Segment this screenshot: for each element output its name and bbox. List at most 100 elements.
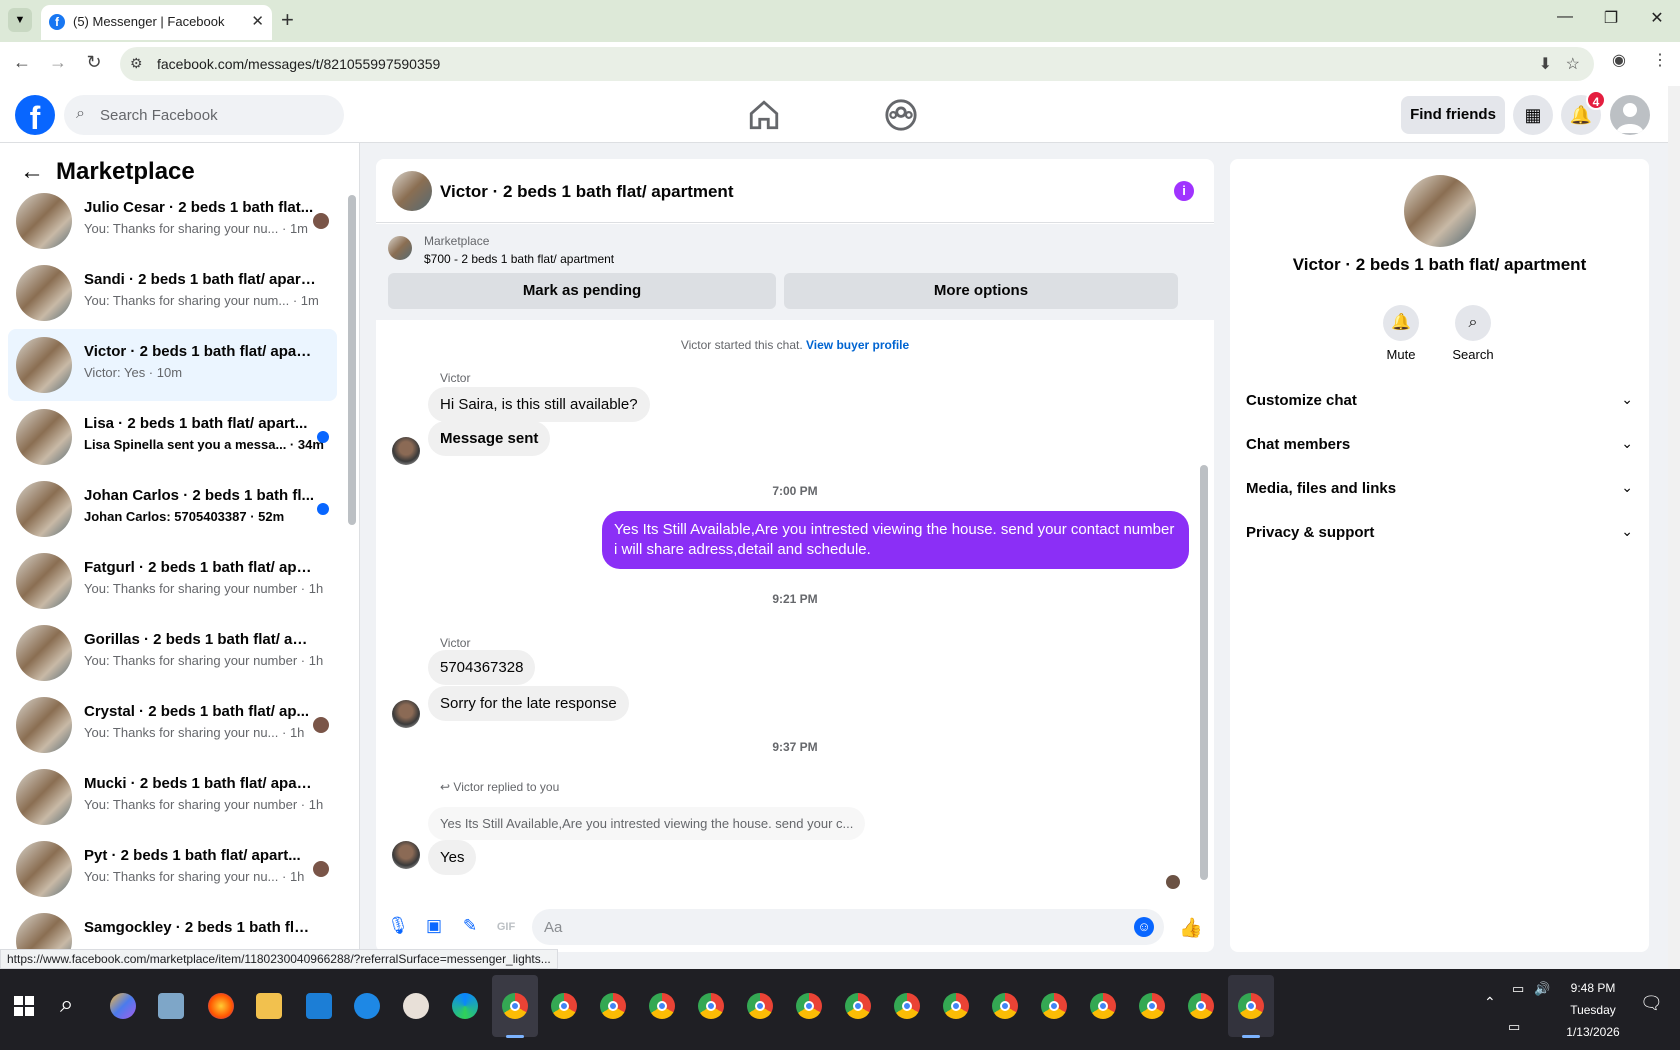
chat-members-section[interactable]: Chat members ⌄ bbox=[1246, 425, 1633, 465]
site-info-icon[interactable]: ⚙ bbox=[130, 55, 143, 72]
chrome-icon[interactable] bbox=[649, 993, 675, 1019]
message-input[interactable]: Aa ☺ bbox=[532, 909, 1164, 945]
victor-avatar[interactable] bbox=[392, 841, 420, 869]
groups-icon[interactable] bbox=[884, 98, 918, 132]
chrome-icon[interactable] bbox=[1041, 993, 1067, 1019]
page-scrollbar[interactable] bbox=[1668, 86, 1680, 969]
minimize-icon[interactable]: — bbox=[1550, 8, 1580, 26]
message-bubble[interactable]: Sorry for the late response bbox=[428, 686, 629, 721]
chrome-icon[interactable] bbox=[992, 993, 1018, 1019]
profile-icon[interactable]: ◉ bbox=[1612, 50, 1626, 70]
clock-time[interactable]: 9:48 PM bbox=[1566, 981, 1620, 995]
volume-icon[interactable]: 🔊 bbox=[1534, 981, 1550, 997]
browser-tab[interactable]: f (5) Messenger | Facebook ✕ bbox=[41, 5, 272, 40]
bookmark-star-icon[interactable]: ☆ bbox=[1566, 54, 1580, 74]
taskbar-search-icon[interactable]: ⌕ bbox=[60, 991, 73, 1019]
chrome-icon[interactable] bbox=[1090, 993, 1116, 1019]
chrome-icon[interactable] bbox=[600, 993, 626, 1019]
clock-day[interactable]: Tuesday bbox=[1566, 1003, 1620, 1017]
quoted-message[interactable]: Yes Its Still Available,Are you intreste… bbox=[428, 807, 866, 840]
chrome-icon[interactable] bbox=[796, 993, 822, 1019]
chat-avatar[interactable] bbox=[392, 171, 432, 211]
attach-photo-icon[interactable]: ▣ bbox=[423, 916, 445, 938]
install-app-icon[interactable]: ⬇ bbox=[1539, 54, 1552, 74]
back-icon[interactable]: ← bbox=[10, 52, 34, 73]
info-icon[interactable]: i bbox=[1174, 181, 1194, 201]
chrome-icon[interactable] bbox=[845, 993, 871, 1019]
menu-kebab-icon[interactable]: ⋮ bbox=[1652, 50, 1668, 70]
reload-icon[interactable]: ↻ bbox=[82, 52, 106, 73]
conversation-scrollbar[interactable] bbox=[348, 195, 356, 525]
gif-icon[interactable]: GIF bbox=[495, 916, 517, 938]
chat-title[interactable]: Victor · 2 beds 1 bath flat/ apartment bbox=[440, 182, 733, 202]
conversation-item[interactable]: Mucki · 2 beds 1 bath flat/ apart... You:… bbox=[8, 761, 337, 833]
skype-icon[interactable] bbox=[354, 993, 380, 1019]
message-bubble[interactable]: Hi Saira, is this still available? bbox=[428, 387, 650, 422]
conversation-item[interactable]: Lisa · 2 beds 1 bath flat/ apart... Lisa … bbox=[8, 401, 337, 473]
search-facebook-input[interactable]: ⌕ Search Facebook bbox=[64, 95, 344, 135]
mute-button[interactable]: 🔔 Mute bbox=[1371, 305, 1431, 362]
chrome-icon[interactable] bbox=[698, 993, 724, 1019]
chrome-icon[interactable] bbox=[1139, 993, 1165, 1019]
message-bubble[interactable]: 5704367328 bbox=[428, 650, 536, 685]
conversation-item[interactable]: Johan Carlos · 2 beds 1 bath fl... Johan … bbox=[8, 473, 337, 545]
notepad-icon[interactable] bbox=[158, 993, 184, 1019]
listing-price[interactable]: $700 - 2 beds 1 bath flat/ apartment bbox=[424, 252, 614, 266]
close-tab-icon[interactable]: ✕ bbox=[251, 12, 264, 30]
message-bubble[interactable]: Message sent bbox=[428, 421, 551, 456]
new-tab-icon[interactable]: + bbox=[281, 7, 294, 33]
facebook-logo-icon[interactable]: f bbox=[15, 95, 55, 135]
conversation-item[interactable]: Sandi · 2 beds 1 bath flat/ apart... You:… bbox=[8, 257, 337, 329]
network-icon[interactable]: ▭ bbox=[1512, 981, 1524, 997]
search-in-chat-button[interactable]: ⌕ Search bbox=[1443, 305, 1503, 362]
conversation-item[interactable]: Julio Cesar · 2 beds 1 bath flat... You: … bbox=[8, 185, 337, 257]
view-buyer-profile-link[interactable]: View buyer profile bbox=[806, 338, 909, 352]
forward-icon[interactable]: → bbox=[46, 52, 70, 73]
victor-avatar[interactable] bbox=[392, 437, 420, 465]
microphone-icon[interactable]: 🎙 bbox=[387, 916, 409, 938]
chrome-icon[interactable] bbox=[502, 993, 528, 1019]
chrome-icon[interactable] bbox=[943, 993, 969, 1019]
chrome-icon[interactable] bbox=[894, 993, 920, 1019]
chrome-icon[interactable] bbox=[747, 993, 773, 1019]
restore-icon[interactable]: ❐ bbox=[1596, 8, 1626, 28]
media-files-links-section[interactable]: Media, files and links ⌄ bbox=[1246, 469, 1633, 509]
app-icon[interactable] bbox=[306, 993, 332, 1019]
chrome-icon[interactable] bbox=[1238, 993, 1264, 1019]
conversation-item[interactable]: Crystal · 2 beds 1 bath flat/ ap... You: … bbox=[8, 689, 337, 761]
more-options-button[interactable]: More options bbox=[784, 273, 1178, 309]
find-friends-button[interactable]: Find friends bbox=[1401, 96, 1505, 134]
back-arrow-icon[interactable]: ← bbox=[20, 158, 44, 186]
clock-date[interactable]: 1/13/2026 bbox=[1560, 1025, 1626, 1039]
windows-start-icon[interactable] bbox=[14, 996, 34, 1016]
listing-thumbnail[interactable] bbox=[388, 236, 412, 260]
like-thumb-icon[interactable]: 👍 bbox=[1179, 916, 1203, 939]
message-bubble[interactable]: Yes bbox=[428, 840, 477, 875]
menu-grid-icon[interactable]: ▦ bbox=[1513, 95, 1553, 135]
close-window-icon[interactable]: ✕ bbox=[1642, 8, 1672, 28]
address-bar[interactable]: ⚙ facebook.com/messages/t/82105599759035… bbox=[120, 47, 1594, 81]
sticker-icon[interactable]: ✎ bbox=[459, 916, 481, 938]
conversation-item[interactable]: Gorillas · 2 beds 1 bath flat/ apar... Yo… bbox=[8, 617, 337, 689]
emoji-icon[interactable]: ☺ bbox=[1134, 917, 1154, 937]
chrome-icon[interactable] bbox=[1188, 993, 1214, 1019]
privacy-support-section[interactable]: Privacy & support ⌄ bbox=[1246, 513, 1633, 553]
chat-large-avatar[interactable] bbox=[1404, 175, 1476, 247]
notification-center-icon[interactable]: 🗨 bbox=[1640, 993, 1663, 1014]
conversation-item[interactable]: Pyt · 2 beds 1 bath flat/ apart... You: T… bbox=[8, 833, 337, 905]
my-message-bubble[interactable]: Yes Its Still Available,Are you intreste… bbox=[602, 511, 1189, 569]
copilot-icon[interactable] bbox=[110, 993, 136, 1019]
home-icon[interactable] bbox=[747, 98, 781, 132]
show-hidden-icons-icon[interactable]: ⌃ bbox=[1484, 994, 1496, 1011]
firefox-icon[interactable] bbox=[208, 993, 234, 1019]
mark-as-pending-button[interactable]: Mark as pending bbox=[388, 273, 776, 309]
victor-avatar[interactable] bbox=[392, 700, 420, 728]
tab-search-dropdown[interactable]: ▼ bbox=[8, 8, 32, 32]
app-icon[interactable] bbox=[403, 993, 429, 1019]
chat-scrollbar[interactable] bbox=[1200, 465, 1208, 880]
account-avatar[interactable] bbox=[1610, 95, 1650, 135]
customize-chat-section[interactable]: Customize chat ⌄ bbox=[1246, 381, 1633, 421]
edge-icon[interactable] bbox=[452, 993, 478, 1019]
conversation-item[interactable]: Victor · 2 beds 1 bath flat/ apart... Vic… bbox=[8, 329, 337, 401]
file-explorer-icon[interactable] bbox=[256, 993, 282, 1019]
